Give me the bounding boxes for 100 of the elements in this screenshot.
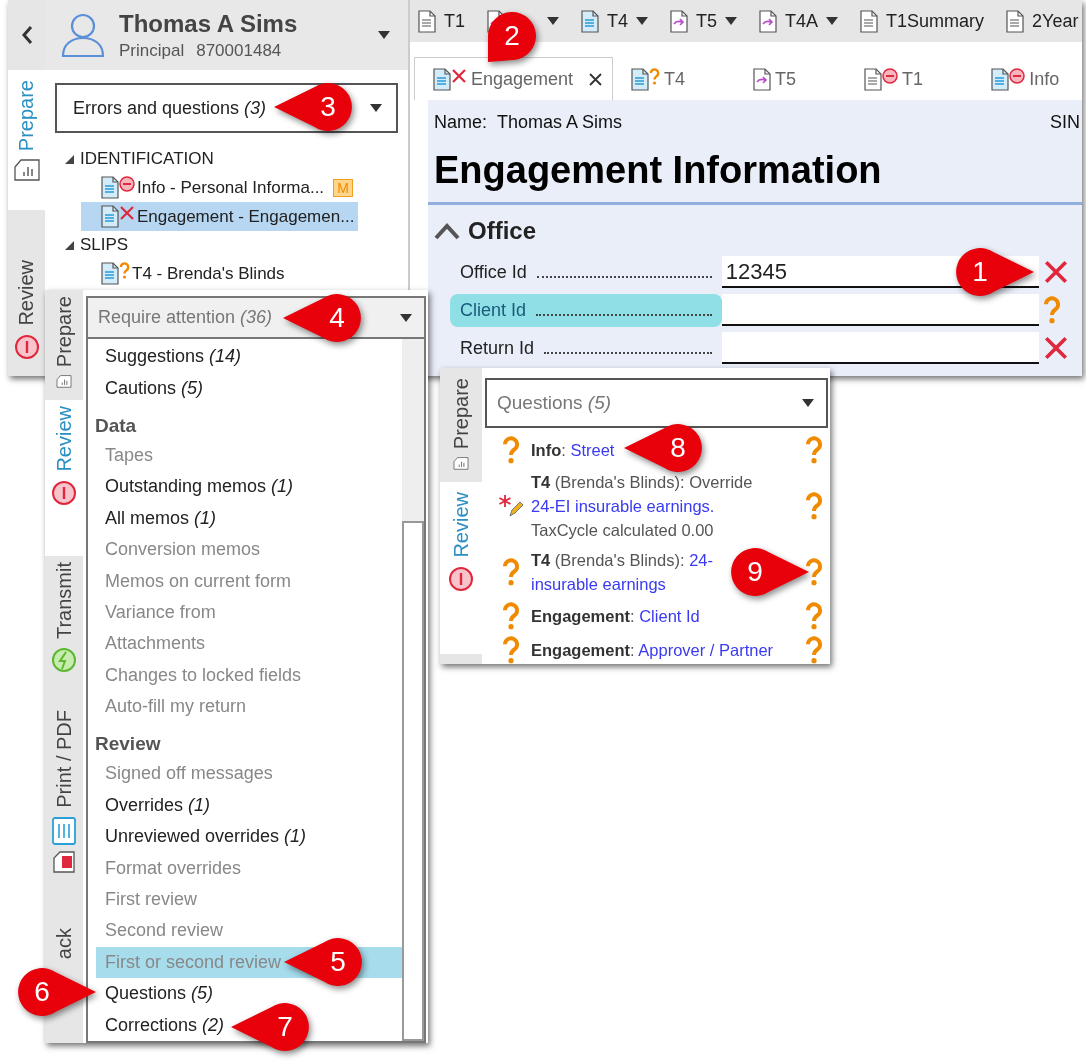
side-tab[interactable]: Print / PDF [45, 704, 83, 922]
question-mark-icon [805, 636, 823, 664]
form-tab[interactable]: T4 [613, 58, 736, 100]
dropdown-caret-icon[interactable] [802, 399, 814, 407]
side-tab[interactable]: Review [45, 400, 83, 556]
form-button[interactable]: T1 [418, 9, 465, 33]
side-tab[interactable]: Review [8, 210, 45, 360]
filter-dropdown[interactable]: Questions (5) [485, 378, 828, 428]
dropdown-caret-icon[interactable] [400, 313, 412, 322]
side-tab[interactable]: Review [440, 482, 482, 654]
form-button[interactable]: T4 [581, 9, 649, 33]
form-tab[interactable]: Engagement [414, 57, 614, 100]
alert-circle-icon [448, 565, 474, 592]
collapse-chevron-icon[interactable] [434, 222, 460, 240]
document-arrow-icon [759, 9, 778, 33]
callout-tooltip: 9 [729, 546, 809, 598]
list-option[interactable]: Suggestions (14) [105, 341, 242, 373]
question-link[interactable]: 24-EI insurable earnings. [531, 497, 715, 515]
list-option[interactable]: Questions (5) [105, 978, 214, 1010]
tree-group[interactable]: IDENTIFICATION [80, 149, 214, 169]
dropdown-caret-icon[interactable] [636, 17, 649, 25]
list-option[interactable]: Corrections (2) [105, 1009, 225, 1041]
dropdown-caret-icon[interactable] [370, 104, 382, 112]
document-icon [101, 262, 119, 285]
list-option[interactable]: Overrides (1) [105, 789, 211, 822]
tree-group[interactable]: SLIPS [80, 235, 129, 255]
client-role: Principal [119, 40, 185, 60]
scrollbar[interactable] [402, 339, 424, 1041]
question-mark-icon [502, 436, 520, 464]
question-link[interactable]: Street [570, 441, 615, 459]
callout-tooltip: 3 [274, 81, 354, 133]
tree-item[interactable]: Engagement - Engagemen... [81, 202, 359, 231]
question-mark-icon [502, 602, 520, 630]
list-option[interactable]: Outstanding memos (1) [105, 471, 294, 503]
tree-item[interactable]: T4 - Brenda's Blinds [81, 259, 357, 288]
alert-circle-icon [51, 479, 77, 506]
field-label: Client Id [450, 293, 722, 327]
form-tab[interactable]: T1 [846, 58, 974, 100]
question-text: T4 (Brenda's Blinds): 24- insurable earnings [531, 551, 713, 593]
list-option[interactable]: Cautions (5) [105, 372, 204, 404]
alert-circle-icon [13, 334, 40, 360]
dropdown-caret-icon[interactable] [725, 17, 738, 25]
document-icon [864, 67, 883, 91]
side-tab[interactable]: Prepare [45, 290, 83, 400]
form-button[interactable]: 2Year [1006, 9, 1079, 33]
list-heading: Review [94, 732, 162, 757]
document-icon [860, 9, 879, 33]
list-option[interactable]: Unreviewed overrides (1) [105, 821, 307, 853]
document-arrow-icon [670, 9, 689, 33]
question-mark-icon [805, 492, 823, 520]
client-id: 870001484 [196, 40, 282, 60]
dropdown-caret-icon[interactable] [378, 31, 390, 39]
section-title: Office [468, 217, 536, 245]
dropdown-caret-icon[interactable] [547, 17, 559, 25]
form-tab[interactable]: Info [973, 58, 1082, 100]
question-text: T4 (Brenda's Blinds): Override 24-EI insurable earnings. TaxCycle calculated 0.00 [531, 473, 753, 539]
form-button[interactable]: T4A [759, 9, 839, 33]
asterisk-pencil-icon [498, 494, 524, 518]
field-label: Return Id [450, 331, 722, 365]
dropdown-caret-icon[interactable] [826, 17, 839, 25]
callout-tooltip: 7 [231, 1001, 311, 1053]
question-mark-icon [805, 436, 823, 464]
question-link[interactable]: Approver / Partner [638, 641, 774, 659]
side-tab[interactable]: Prepare [8, 70, 45, 210]
document-icon [1006, 9, 1025, 33]
callout-tooltip: 4 [283, 292, 363, 344]
document-icon [101, 205, 119, 228]
person-avatar-icon [61, 12, 105, 58]
document-arrow-icon [753, 67, 772, 91]
document-icon [631, 67, 650, 91]
client-name: Thomas A Sims [119, 9, 299, 38]
field-label: Office Id [450, 255, 722, 289]
scrollbar-thumb[interactable] [402, 521, 424, 1041]
question-mark-icon [502, 558, 520, 586]
document-icon [418, 9, 436, 33]
question-mark-icon [805, 558, 823, 586]
tree-item[interactable]: Info - Personal Informa... M [81, 173, 357, 202]
form-button[interactable]: T1Summary [860, 9, 985, 33]
form-tab[interactable]: T5 [735, 58, 847, 100]
form-button[interactable]: T5 [670, 9, 738, 33]
input-field[interactable] [721, 332, 1039, 364]
back-chevron-icon[interactable] [20, 25, 33, 45]
expand-triangle-icon[interactable] [65, 240, 74, 250]
side-tab[interactable]: Prepare [440, 368, 482, 482]
list-option[interactable]: All memos (1) [105, 502, 217, 535]
expand-triangle-icon[interactable] [65, 154, 74, 164]
callout-tooltip: 8 [624, 422, 704, 474]
lightning-circle-icon [51, 647, 77, 674]
question-link[interactable]: 24- [689, 551, 713, 569]
document-icon [991, 67, 1010, 91]
form-title: Engagement Information [434, 149, 883, 192]
document-icon [581, 9, 599, 33]
input-field[interactable] [721, 294, 1039, 326]
question-link[interactable]: insurable earnings [531, 575, 666, 593]
question-mark-icon [502, 636, 520, 664]
close-icon[interactable] [589, 72, 603, 86]
chart-document-icon [13, 159, 40, 182]
side-tab[interactable]: Transmit [45, 556, 83, 704]
callout-tooltip: 1 [954, 246, 1034, 298]
question-link[interactable]: Client Id [639, 607, 700, 625]
